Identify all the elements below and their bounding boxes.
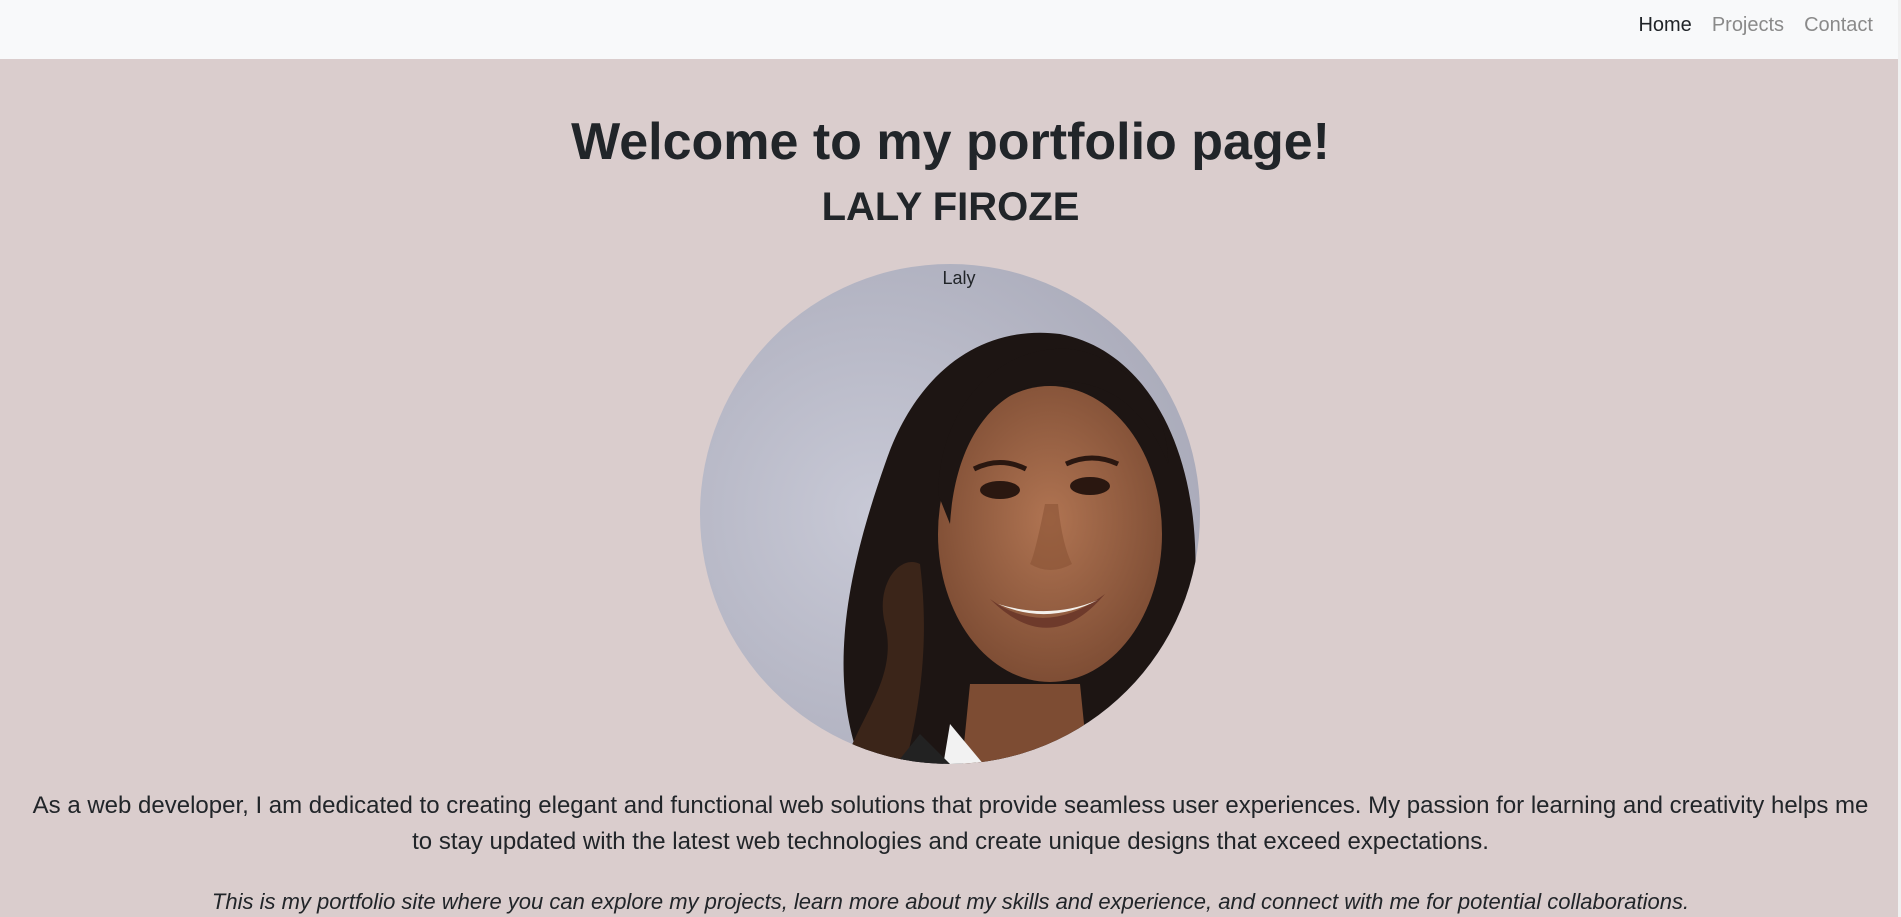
nav-link-projects[interactable]: Projects <box>1712 14 1784 37</box>
top-navbar: Home Projects Contact <box>0 0 1901 59</box>
nav-links: Home Projects Contact <box>1638 0 1873 50</box>
nav-link-contact[interactable]: Contact <box>1804 14 1873 37</box>
portrait-alt-text: Laly <box>942 268 976 288</box>
intro-paragraph: As a web developer, I am dedicated to cr… <box>32 792 1869 855</box>
portrait-photo <box>700 264 1200 764</box>
page-title: Welcome to my portfolio page! <box>571 113 1330 171</box>
tagline-paragraph: This is my portfolio site where you can … <box>211 889 1690 914</box>
portrait-image <box>700 264 1200 764</box>
nav-link-home[interactable]: Home <box>1638 14 1691 37</box>
owner-name: LALY FIROZE <box>821 185 1080 229</box>
